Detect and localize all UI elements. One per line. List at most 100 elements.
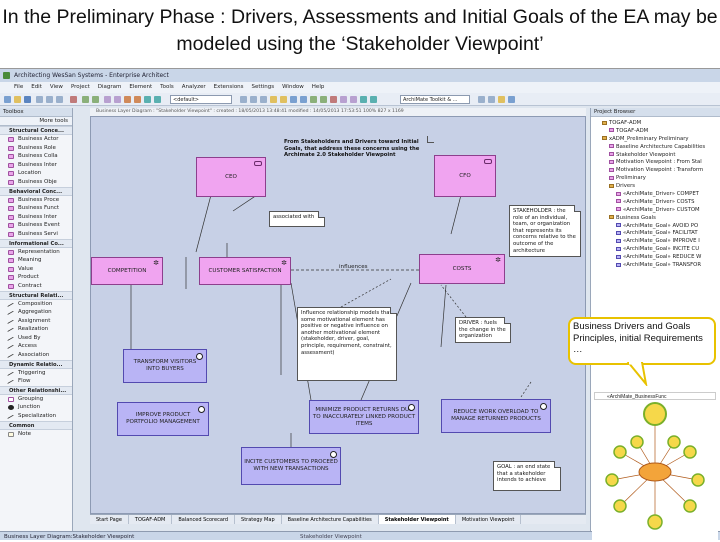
- toolbar-icon-b[interactable]: [250, 96, 257, 103]
- technology-select[interactable]: ArchiMate Toolkit & ...: [400, 95, 470, 104]
- tree-node[interactable]: «ArchiMate_Goal» INCITE CU: [591, 246, 720, 254]
- note-driver[interactable]: DRIVER : fuels the change in the organiz…: [455, 317, 511, 343]
- toolbox-section[interactable]: Common: [0, 420, 72, 430]
- toolbox-item[interactable]: Grouping: [0, 395, 72, 404]
- tree-node[interactable]: «ArchiMate_Goal» IMPROVE I: [591, 238, 720, 246]
- menu-tools[interactable]: Tools: [160, 82, 174, 93]
- toolbox-section[interactable]: Behavioral Conc...: [0, 186, 72, 196]
- toolbox-item[interactable]: Triggering: [0, 369, 72, 378]
- toolbox-item[interactable]: Used By: [0, 334, 72, 343]
- toolbar-icon-h[interactable]: [310, 96, 317, 103]
- toolbar-icon-k[interactable]: [340, 96, 347, 103]
- goal-improve-portfolio[interactable]: IMPROVE PRODUCT PORTFOLIO MANAGEMENT: [117, 402, 209, 436]
- driver-competition[interactable]: ✲ COMPETITION: [91, 257, 163, 285]
- tree-node[interactable]: xADM_Preliminary Preliminary: [591, 136, 720, 144]
- note-influence[interactable]: Influence relationship models that some …: [297, 307, 397, 381]
- toolbox-item[interactable]: Product: [0, 273, 72, 282]
- toolbox-section[interactable]: Structural Relati...: [0, 290, 72, 300]
- toolbar-icon-p[interactable]: [488, 96, 495, 103]
- paste-icon[interactable]: [56, 96, 63, 103]
- toolbox-item[interactable]: Business Inter: [0, 213, 72, 222]
- tree-node[interactable]: Baseline Architecture Capabilities: [591, 144, 720, 152]
- toolbox-item[interactable]: Representation: [0, 248, 72, 257]
- tree-node[interactable]: Business Goals: [591, 215, 720, 223]
- toolbar-icon-e[interactable]: [280, 96, 287, 103]
- toolbar-icon-m[interactable]: [360, 96, 367, 103]
- tree-node[interactable]: Stakeholder Viewpoint: [591, 152, 720, 160]
- toolbar-icon-f[interactable]: [290, 96, 297, 103]
- menu-settings[interactable]: Settings: [252, 82, 275, 93]
- toolbox-item[interactable]: Business Servi: [0, 230, 72, 239]
- menu-project[interactable]: Project: [71, 82, 90, 93]
- workspace-select[interactable]: <default>: [170, 95, 232, 104]
- toolbox-item[interactable]: Business Obje: [0, 178, 72, 187]
- toolbar-icon-r[interactable]: [508, 96, 515, 103]
- zoom-icon[interactable]: [154, 96, 161, 103]
- toolbox-item[interactable]: Junction: [0, 403, 72, 412]
- cut-icon[interactable]: [36, 96, 43, 103]
- tree-node[interactable]: Motivation Viewpoint : Transform: [591, 167, 720, 175]
- tree-node[interactable]: «ArchiMate_Goal» FACILITAT: [591, 230, 720, 238]
- stakeholder-ceo[interactable]: CEO: [196, 157, 266, 197]
- connector-line[interactable]: [450, 194, 462, 235]
- toolbox-item[interactable]: Note: [0, 430, 72, 439]
- toolbar-icon-g[interactable]: [300, 96, 307, 103]
- goal-minimize-returns[interactable]: MINIMIZE PRODUCT RETURNS DUE TO INACCURA…: [309, 400, 419, 434]
- toolbox-item[interactable]: Location: [0, 169, 72, 178]
- connector-line[interactable]: [195, 194, 212, 253]
- filter-icon[interactable]: [114, 96, 121, 103]
- toolbox-item[interactable]: Association: [0, 351, 72, 360]
- menu-edit[interactable]: Edit: [31, 82, 42, 93]
- tab-strategy-map[interactable]: Strategy Map: [235, 515, 282, 524]
- toolbox-item[interactable]: Value: [0, 265, 72, 274]
- tree-node[interactable]: «ArchiMate_Goal» REDUCE W: [591, 254, 720, 262]
- format-icon[interactable]: [124, 96, 131, 103]
- undo-icon[interactable]: [82, 96, 89, 103]
- delete-icon[interactable]: [70, 96, 77, 103]
- toolbox-item[interactable]: Business Actor: [0, 135, 72, 144]
- tab-start-page[interactable]: Start Page: [90, 515, 129, 524]
- redo-icon[interactable]: [92, 96, 99, 103]
- tab-balanced-scorecard[interactable]: Balanced Scorecard: [172, 515, 236, 524]
- toolbox-section[interactable]: Dynamic Relatio...: [0, 359, 72, 369]
- tree-node[interactable]: «ArchiMate_Driver» COSTS: [591, 199, 720, 207]
- toolbox-section[interactable]: Structural Conce...: [0, 126, 72, 135]
- driver-costs[interactable]: ✲ COSTS: [419, 254, 505, 284]
- toolbox-item[interactable]: Business Inter: [0, 161, 72, 170]
- toolbar-icon-i[interactable]: [320, 96, 327, 103]
- toolbox-item[interactable]: Meaning: [0, 256, 72, 265]
- toolbar-icon-o[interactable]: [478, 96, 485, 103]
- copy-icon[interactable]: [46, 96, 53, 103]
- toolbox-item[interactable]: Business Colla: [0, 152, 72, 161]
- toolbox-section[interactable]: Informational Co...: [0, 238, 72, 248]
- stakeholder-cfo[interactable]: CFO: [434, 155, 496, 197]
- toolbox-item[interactable]: Assignment: [0, 317, 72, 326]
- tab-togaf-adm[interactable]: TOGAF-ADM: [129, 515, 173, 524]
- toolbox-item[interactable]: Access: [0, 342, 72, 352]
- font-icon[interactable]: [134, 96, 141, 103]
- tree-node[interactable]: «ArchiMate_Goal» TRANSFOR: [591, 262, 720, 270]
- toolbox-item[interactable]: Contract: [0, 282, 72, 291]
- goal-incite-customers[interactable]: INCITE CUSTOMERS TO PROCEED WITH NEW TRA…: [241, 447, 341, 485]
- toolbar-icon-l[interactable]: [350, 96, 357, 103]
- menu-element[interactable]: Element: [129, 82, 152, 93]
- toolbox-item[interactable]: Business Proce: [0, 196, 72, 205]
- toolbox-section[interactable]: Other Relationshi...: [0, 385, 72, 395]
- tree-node[interactable]: «ArchiMate_Goal» AVOID PO: [591, 223, 720, 231]
- menu-analyzer[interactable]: Analyzer: [182, 82, 206, 93]
- menu-help[interactable]: Help: [312, 82, 325, 93]
- tree-node[interactable]: Drivers: [591, 183, 720, 191]
- connector-line[interactable]: [520, 381, 532, 398]
- toolbar-icon-n[interactable]: [370, 96, 377, 103]
- save-icon[interactable]: [24, 96, 31, 103]
- diagram-canvas[interactable]: From Stakeholders and Drivers toward Ini…: [90, 116, 586, 514]
- tree-node[interactable]: TOGAF-ADM: [591, 120, 720, 128]
- menu-diagram[interactable]: Diagram: [98, 82, 122, 93]
- driver-customer-satisfaction[interactable]: ✲ CUSTOMER SATISFACTION: [199, 257, 291, 285]
- toolbox-item[interactable]: Realization: [0, 325, 72, 334]
- menu-view[interactable]: View: [50, 82, 63, 93]
- toolbox-item[interactable]: Flow: [0, 377, 72, 386]
- tree-node[interactable]: «ArchiMate_Driver» COMPET: [591, 191, 720, 199]
- note-associated[interactable]: associated with: [269, 211, 325, 227]
- tree-node[interactable]: «ArchiMate_Driver» CUSTOM: [591, 207, 720, 215]
